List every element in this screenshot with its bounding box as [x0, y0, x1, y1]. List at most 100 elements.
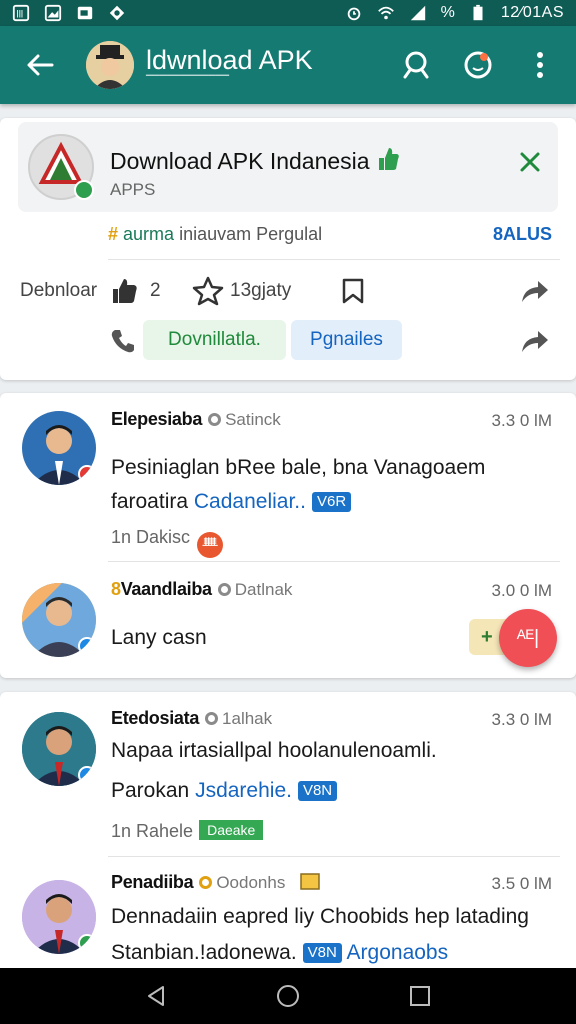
person-icon — [86, 41, 134, 89]
notification-button[interactable] — [456, 43, 500, 87]
comment-line: Napaa irtasiallpal hoolanulenoamli. — [111, 739, 437, 762]
comment-link[interactable]: Argonaobs — [347, 941, 449, 964]
app-logo — [28, 134, 94, 200]
comment-time: 3.0 0 lM — [491, 581, 552, 600]
avatar[interactable] — [22, 411, 96, 485]
comment-time: 3.3 0 lM — [491, 710, 552, 729]
comment-line: Parokan Jsdarehie. V8N — [111, 774, 551, 808]
comment-author[interactable]: Penadiiba — [111, 872, 194, 892]
search-button[interactable] — [394, 43, 438, 87]
tag-badge: V6R — [311, 492, 352, 512]
bookmark-icon[interactable] — [340, 277, 366, 305]
comment-header: 8Vaandlaiba Datlnak — [111, 579, 292, 600]
page-title: ldwnload APK — [146, 44, 313, 75]
svg-text:lll: lll — [17, 10, 24, 21]
tag-badge: V8N — [297, 781, 338, 801]
clock: 12⁄01AS — [500, 4, 564, 21]
triangle-back-icon — [148, 986, 164, 1006]
wifi-icon — [377, 6, 394, 20]
status-badge — [78, 465, 96, 483]
more-options-button[interactable] — [518, 43, 562, 87]
list-item[interactable]: Elepesiaba Satinck 3.3 0 lM Pesiniaglan b… — [0, 393, 576, 561]
reaction-icon[interactable]: ᚙ — [197, 532, 224, 558]
comment-time: 3.3 0 lM — [491, 411, 552, 430]
comment-line-text: faroatira — [111, 490, 189, 513]
profiles-button[interactable]: Pgnailes — [291, 320, 402, 360]
comment-line-text: Parokan — [111, 779, 190, 802]
tag-chip[interactable]: Daeake — [199, 820, 264, 840]
comment-line-text: Stanbian.!adonewa. — [111, 941, 297, 964]
alarm-icon — [347, 7, 360, 21]
comment-author[interactable]: Vaandlaiba — [121, 579, 212, 599]
verified-badge-icon — [74, 180, 94, 200]
avatar[interactable] — [22, 583, 96, 657]
fab-label: ᴬᴱ| — [516, 626, 540, 649]
tag-badge: V8N — [302, 943, 342, 963]
channel-avatar[interactable] — [86, 41, 134, 89]
nav-recents-button[interactable] — [400, 976, 440, 1016]
divider — [108, 259, 560, 260]
close-icon[interactable] — [516, 148, 544, 176]
dot-icon — [205, 712, 219, 725]
status-badge — [78, 934, 96, 952]
like-icon[interactable] — [110, 276, 140, 306]
download-label: Debnloar — [20, 280, 98, 301]
phone-icon[interactable] — [110, 328, 136, 354]
square-recents-icon — [410, 986, 430, 1006]
nav-home-button[interactable] — [268, 976, 308, 1016]
comment-author[interactable]: Elepesiaba — [111, 409, 202, 429]
meta-tag[interactable]: aurma — [123, 224, 174, 244]
signal-icon — [410, 5, 425, 21]
smiley-notification-icon — [464, 51, 492, 79]
action-row: Debnloar 2 13gjaty — [0, 268, 576, 316]
comments-card: Etedosiata 1alhak 3.3 0 lM Napaa irtasial… — [0, 692, 576, 982]
comment-line: faroatira Cadaneliar.. V6R — [111, 485, 551, 519]
compose-fab[interactable]: ᴬᴱ| — [499, 609, 557, 667]
plus-label[interactable]: 8ALUS — [493, 224, 552, 245]
comment-source: Datlnak — [234, 580, 293, 599]
dot-icon — [199, 876, 213, 889]
list-item[interactable]: Etedosiata 1alhak 3.3 0 lM Napaa irtasial… — [0, 692, 576, 856]
like-count: 2 — [150, 280, 161, 301]
comment-source: Oodonhs — [216, 873, 286, 892]
more-vert-icon — [537, 52, 543, 78]
comment-link[interactable]: Cadaneliar.. — [194, 490, 306, 513]
avatar[interactable] — [22, 712, 96, 786]
share-icon[interactable] — [518, 276, 550, 306]
app-name: Download APK Indanesia — [110, 146, 400, 175]
divider — [108, 561, 560, 562]
thumbs-up-icon — [378, 148, 399, 170]
rating-label: 13gjaty — [230, 280, 292, 301]
list-item[interactable]: Penadiiba Oodonhs 3.5 0 lM Dennadaiin eap… — [0, 858, 576, 982]
status-bar: lll % 12⁄01AS — [0, 0, 576, 26]
avatar[interactable] — [22, 880, 96, 954]
comment-header: Etedosiata 1alhak — [111, 708, 272, 729]
share-icon[interactable] — [518, 326, 550, 356]
name-prefix: 8 — [111, 579, 121, 599]
app-bar: ldwnload APK ▔▔▔▔▔▔▔▔▔▔▔▔ — [0, 26, 576, 104]
footer-text: 1n Dakisc — [111, 527, 191, 547]
comment-source: Satinck — [225, 410, 281, 429]
comment-text: Pesiniaglan bRee bale, bna Vanagoaem far… — [111, 451, 551, 519]
notification-icon: lll — [12, 4, 30, 22]
nav-back-button[interactable] — [136, 976, 176, 1016]
app-header[interactable]: Download APK Indanesia APPS — [18, 122, 558, 212]
hash-icon: # — [108, 224, 119, 244]
footer-text: 1n Rahele — [111, 821, 194, 841]
comment-source: 1alhak — [222, 709, 273, 728]
comment-time: 3.5 0 lM — [491, 874, 552, 893]
battery-percent: % — [440, 4, 455, 21]
app-info-card: Download APK Indanesia APPS # aurma inia… — [0, 118, 576, 380]
comment-footer: 1n Dakisc ᚙ — [111, 527, 224, 558]
meta-text: iniauvam Pergulal — [179, 224, 323, 244]
comment-author[interactable]: Etedosiata — [111, 708, 199, 728]
circle-home-icon — [277, 985, 299, 1007]
status-badge — [78, 766, 96, 784]
comment-line: Dennadaiin eapred liy Choobids hep latad… — [111, 905, 529, 928]
status-badge — [78, 637, 96, 655]
download-button[interactable]: Dovnillatla. — [143, 320, 286, 360]
star-icon[interactable] — [192, 276, 224, 306]
location-icon — [109, 5, 125, 21]
back-button[interactable] — [14, 39, 66, 91]
comment-link[interactable]: Jsdarehie. — [195, 779, 292, 802]
